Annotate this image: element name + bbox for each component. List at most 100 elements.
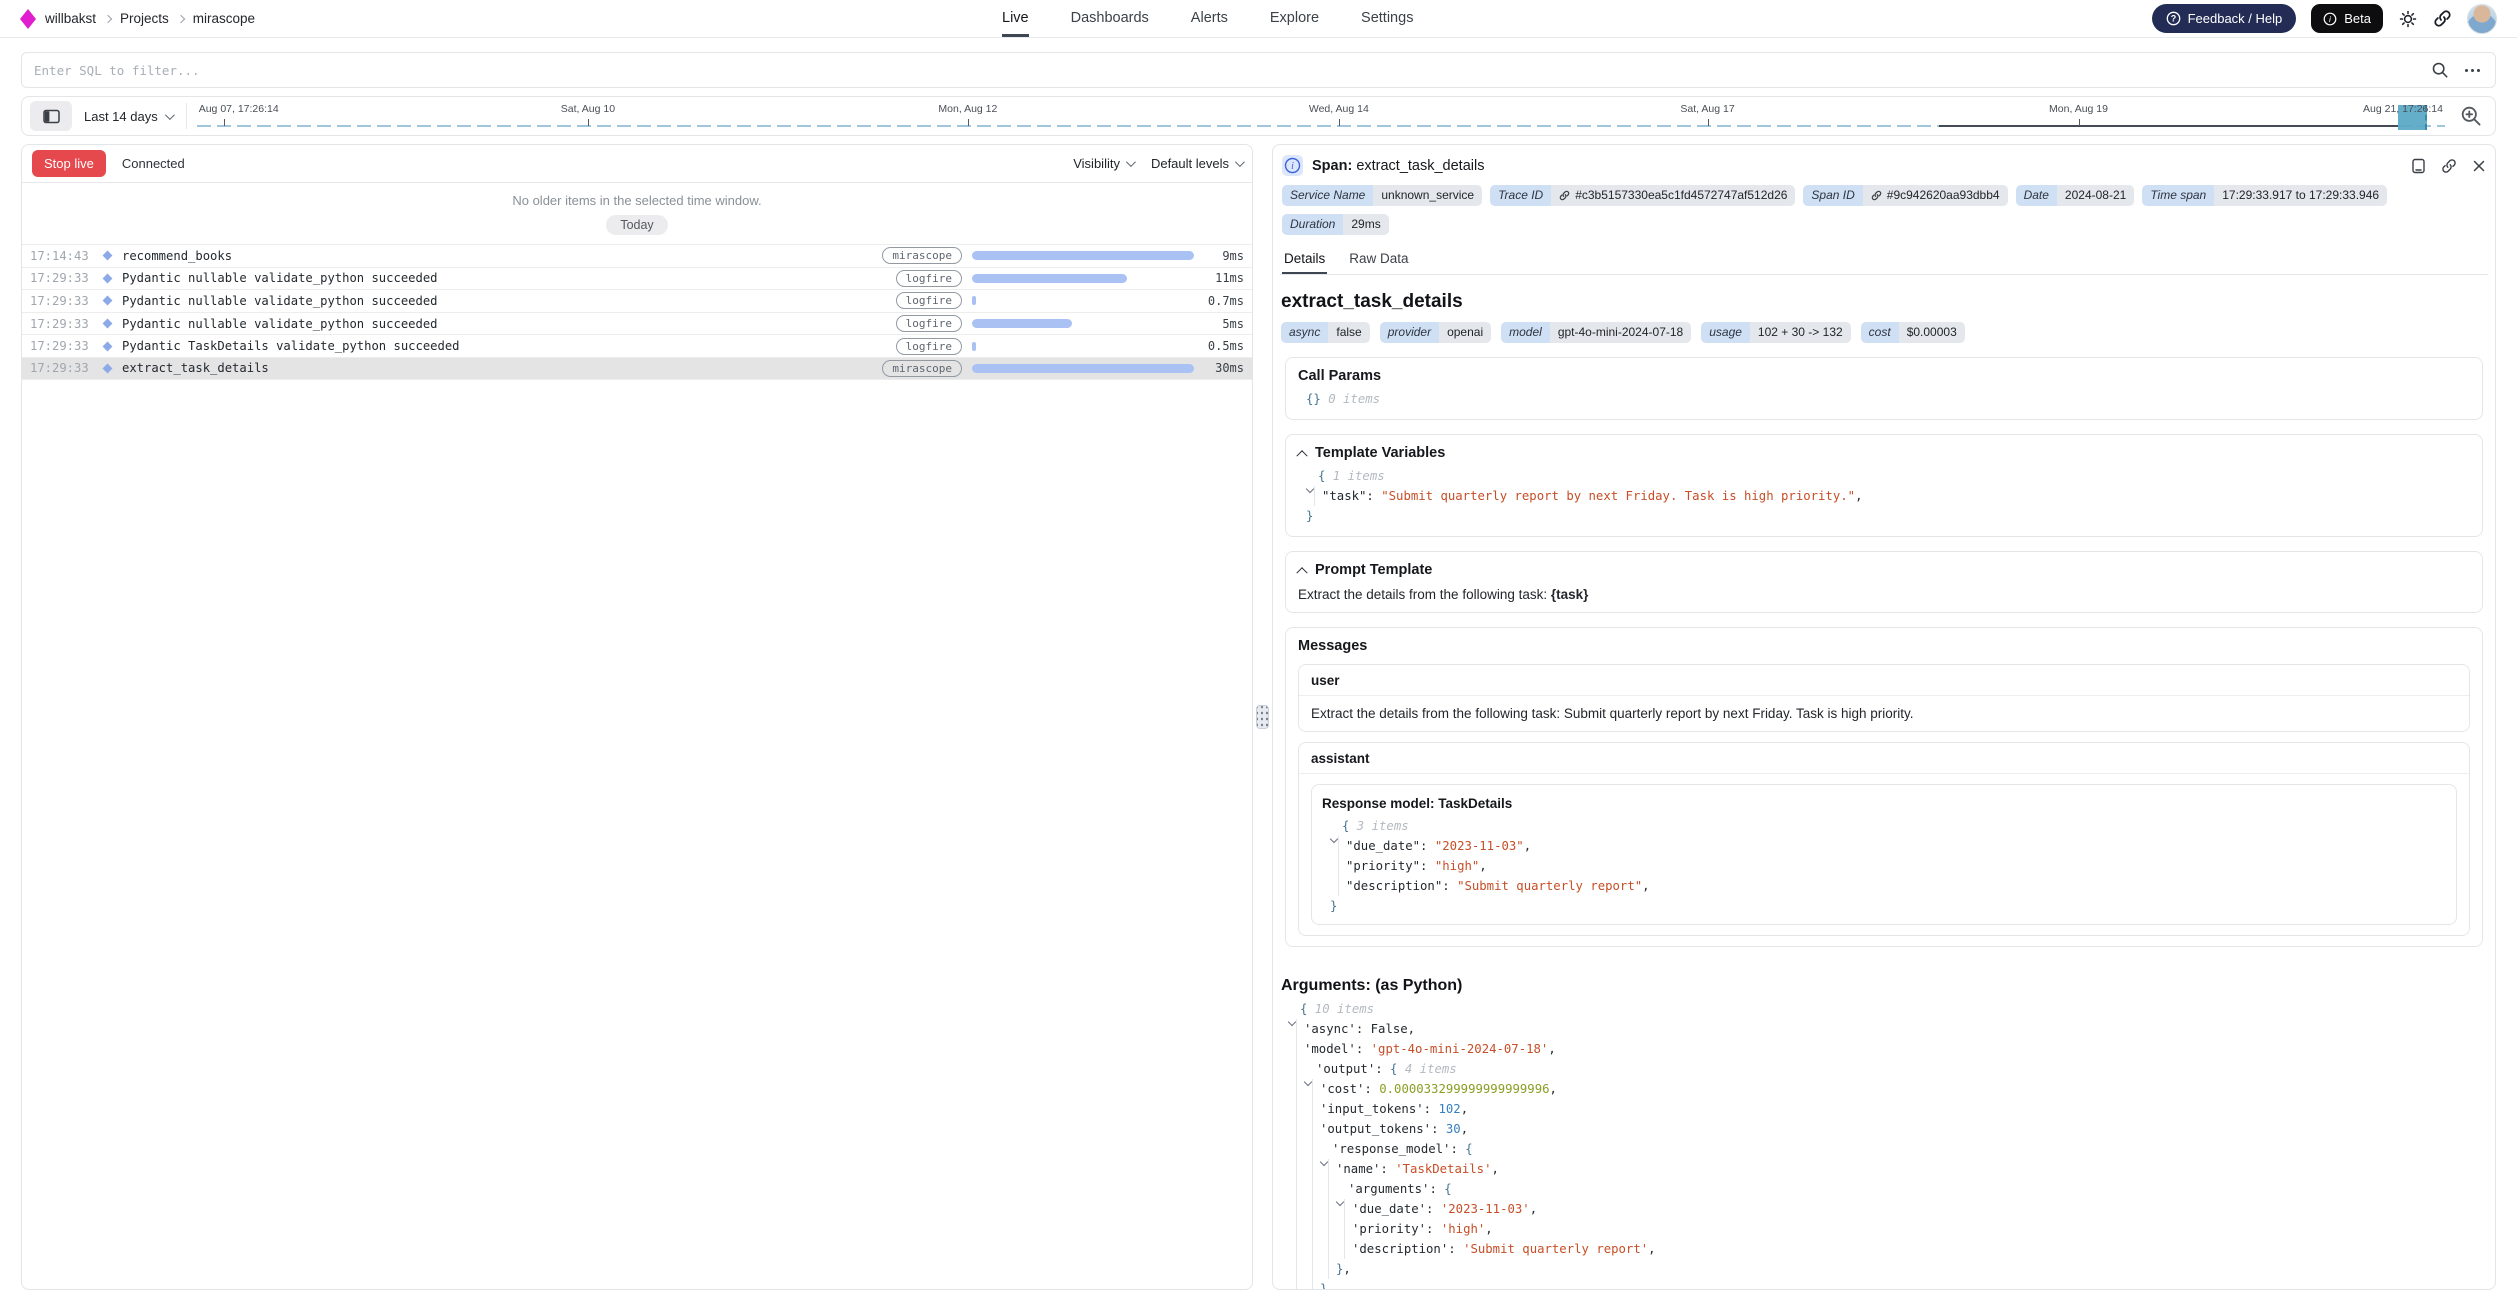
duration-label: 0.7ms: [1194, 294, 1244, 308]
code-token: :: [1420, 839, 1435, 853]
link-icon[interactable]: [1559, 190, 1570, 201]
breadcrumb-item[interactable]: willbakst: [45, 11, 96, 26]
code-line: 'async': False,: [1280, 1019, 2488, 1039]
indent-guide: [1296, 1079, 1297, 1099]
stop-live-button[interactable]: Stop live: [32, 150, 106, 177]
tab-alerts[interactable]: Alerts: [1191, 0, 1228, 37]
meta-badge: Date2024-08-21: [2016, 185, 2135, 206]
indent-guide: [1344, 1199, 1345, 1219]
theme-toggle-button[interactable]: [2398, 9, 2418, 29]
meta-badge-value[interactable]: #c3b5157330ea5c1fd4572747af512d26: [1551, 185, 1795, 206]
code-token: :: [1356, 1042, 1371, 1056]
zoom-in-button[interactable]: [2455, 101, 2487, 131]
code-token: ,: [1461, 1122, 1468, 1136]
prompt-template-section: Prompt Template Extract the details from…: [1285, 551, 2483, 613]
indent-guide: [1296, 1239, 1297, 1259]
meta-badge-value[interactable]: #9c942620aa93dbb4: [1863, 185, 2008, 206]
code-token: 0.000033299999999999996: [1379, 1082, 1549, 1096]
code-token: 'model': [1304, 1042, 1356, 1056]
code-line: { 3 items: [1322, 816, 2446, 836]
code-token: ,: [1461, 1102, 1468, 1116]
indent-guide: [1296, 1059, 1297, 1079]
breadcrumb-item[interactable]: Projects: [120, 11, 169, 26]
share-link-button[interactable]: [2433, 9, 2452, 28]
code-token: "Submit quarterly report by next Friday.…: [1381, 489, 1855, 503]
time-range-label: Last 14 days: [84, 109, 158, 124]
duration-bar-track: [972, 296, 1194, 305]
span-diamond-icon: [103, 251, 113, 261]
default-levels-dropdown[interactable]: Default levels: [1151, 156, 1242, 171]
code-token: ,: [1327, 1282, 1334, 1290]
tab-dashboards[interactable]: Dashboards: [1071, 0, 1149, 37]
timeline-tick-label: Aug 21, 17:26:14: [2363, 103, 2443, 115]
indent-guide: [1338, 856, 1339, 876]
attr-badge-value: false: [1328, 322, 1369, 343]
indent-guide: [1312, 1219, 1313, 1239]
scope-badge: logfire: [896, 338, 962, 355]
indent-guide: [1344, 1239, 1345, 1259]
close-icon[interactable]: [2472, 159, 2486, 173]
log-row[interactable]: 17:14:43recommend_booksmirascope9ms: [22, 244, 1252, 267]
user-message-text: Extract the details from the following t…: [1299, 696, 2469, 731]
link-icon[interactable]: [1871, 190, 1882, 201]
log-row[interactable]: 17:29:33Pydantic nullable validate_pytho…: [22, 289, 1252, 312]
template-variables-title: Template Variables: [1315, 445, 1445, 461]
today-badge: Today: [606, 215, 667, 235]
code-token: 'response_model': [1332, 1142, 1450, 1156]
timeline-chart[interactable]: Aug 07, 17:26:14Sat, Aug 10Mon, Aug 12We…: [197, 97, 2445, 135]
tab-explore[interactable]: Explore: [1270, 0, 1319, 37]
log-row[interactable]: 17:29:33Pydantic nullable validate_pytho…: [22, 312, 1252, 335]
attr-badge-value: $0.00003: [1899, 322, 1965, 343]
sidebar-toggle-button[interactable]: [30, 101, 72, 131]
live-log-header: Stop live Connected Visibility Default l…: [22, 145, 1252, 183]
log-timestamp: 17:29:33: [30, 339, 92, 353]
beta-button[interactable]: i Beta: [2311, 4, 2383, 33]
dock-panel-icon[interactable]: [2411, 158, 2426, 174]
tab-settings[interactable]: Settings: [1361, 0, 1413, 37]
sql-filter-input[interactable]: [34, 63, 2431, 78]
code-token: :: [1380, 1162, 1395, 1176]
span-detail-panel: i Span: extract_task_details Service Nam…: [1272, 144, 2496, 1290]
duration-bar-track: [972, 319, 1194, 328]
tab-details[interactable]: Details: [1282, 244, 1327, 274]
tab-live[interactable]: Live: [1002, 0, 1029, 37]
avatar[interactable]: [2467, 4, 2497, 34]
log-row[interactable]: 17:29:33Pydantic nullable validate_pytho…: [22, 267, 1252, 290]
topbar: willbakst Projects mirascope Live Dashboard…: [0, 0, 2517, 38]
duration-label: 0.5ms: [1194, 339, 1244, 353]
divider-drag-handle[interactable]: [1256, 705, 1269, 729]
log-name: extract_task_details: [122, 361, 269, 375]
log-row[interactable]: 17:29:33Pydantic TaskDetails validate_py…: [22, 334, 1252, 357]
log-timestamp: 17:29:33: [30, 317, 92, 331]
search-icon[interactable]: [2431, 61, 2449, 79]
code-token: False: [1371, 1022, 1408, 1036]
code-token: :: [1426, 1222, 1441, 1236]
code-line: "task": "Submit quarterly report by next…: [1298, 486, 2470, 506]
share-link-icon: [2433, 9, 2452, 28]
copy-link-icon[interactable]: [2441, 158, 2457, 174]
span-detail-title: extract_task_details: [1280, 291, 2488, 313]
meta-badge-value: 17:29:33.917 to 17:29:33.946: [2214, 185, 2387, 206]
attr-badge-value: gpt-4o-mini-2024-07-18: [1550, 322, 1691, 343]
meta-badge-value: 2024-08-21: [2057, 185, 2134, 206]
feedback-help-button[interactable]: ? Feedback / Help: [2152, 4, 2297, 33]
code-token: 'output': [1316, 1062, 1375, 1076]
time-range-select[interactable]: Last 14 days: [84, 109, 172, 124]
collapse-chevron-icon[interactable]: [1296, 567, 1307, 578]
scope-badge: mirascope: [882, 247, 962, 264]
log-row[interactable]: 17:29:33extract_task_detailsmirascope30m…: [22, 357, 1252, 380]
collapse-chevron-icon[interactable]: [1296, 450, 1307, 461]
code-line: 'cost': 0.000033299999999999996,: [1280, 1079, 2488, 1099]
tab-raw-data[interactable]: Raw Data: [1347, 244, 1410, 274]
indent-guide: [1296, 1119, 1297, 1139]
duration-label: 5ms: [1194, 317, 1244, 331]
breadcrumb-item[interactable]: mirascope: [193, 11, 255, 26]
breadcrumb: willbakst Projects mirascope: [20, 9, 255, 29]
topbar-right: ? Feedback / Help i Beta: [2152, 4, 2497, 34]
timeline-tick-mark: [2079, 119, 2080, 126]
attr-badge-value: 102 + 30 -> 132: [1750, 322, 1851, 343]
more-options-icon[interactable]: [2465, 68, 2483, 72]
indent-guide: [1312, 1239, 1313, 1259]
visibility-dropdown[interactable]: Visibility: [1073, 156, 1133, 171]
log-name: recommend_books: [122, 249, 232, 263]
